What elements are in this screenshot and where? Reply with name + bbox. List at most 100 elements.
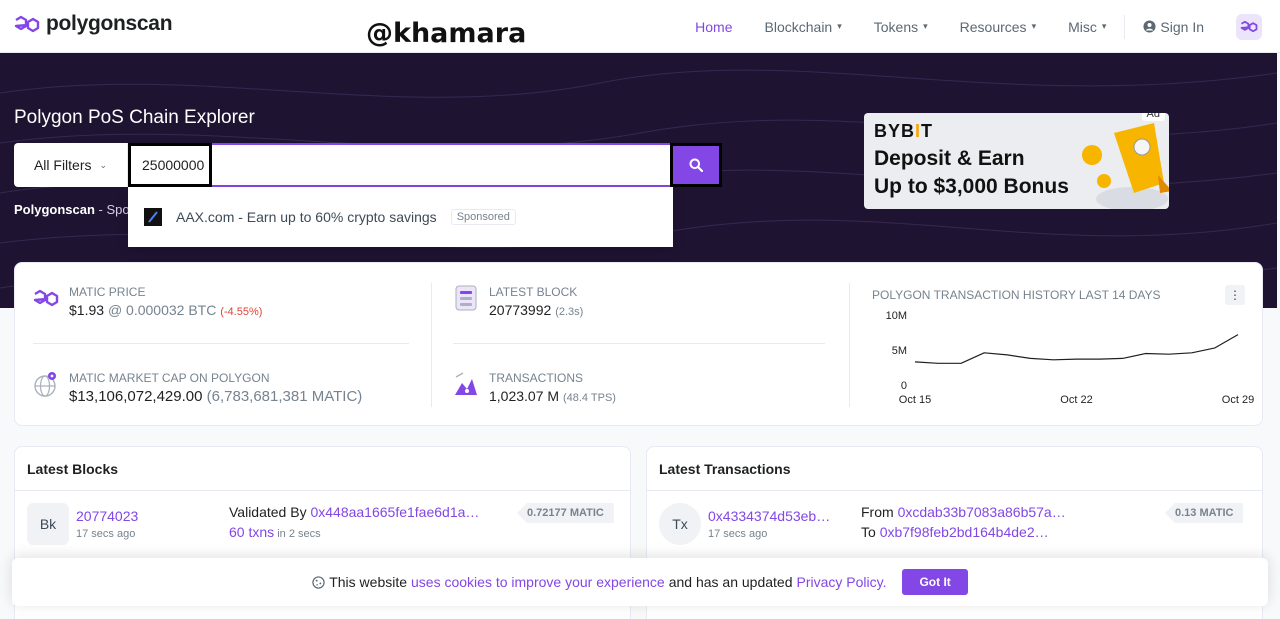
search-input[interactable]: 25000000	[128, 143, 670, 187]
market-cap-matic: (6,783,681,381 MATIC)	[206, 388, 363, 405]
transaction-badge: Tx	[659, 503, 701, 545]
stat-market-cap: MATIC Market Cap on Polygon $13,106,072,…	[33, 371, 362, 405]
cookie-accept-button[interactable]: Got It	[902, 569, 968, 595]
brand-logo[interactable]: polygonscan	[14, 12, 173, 36]
hero-subtext: Polygonscan - Spo	[14, 202, 130, 217]
search-button[interactable]	[670, 143, 722, 187]
polygon-logo-icon	[33, 285, 59, 311]
nav-blockchain[interactable]: Blockchain ▾	[749, 19, 858, 35]
latest-blocks-title: Latest Blocks	[15, 447, 630, 491]
suggestion-text: AAX.com - Earn up to 60% crypto savings	[176, 209, 437, 225]
nav-tokens[interactable]: Tokens ▾	[858, 19, 944, 35]
validator-link[interactable]: 0x448aa1665fe1fae6d1a…	[310, 504, 479, 520]
cookie-icon	[312, 575, 325, 589]
bybit-ad-banner[interactable]: BYBIT Deposit & Earn Up to $3,000 Bonus …	[864, 113, 1169, 209]
brand-name: polygonscan	[46, 12, 173, 35]
watermark-text: @khamara	[366, 18, 527, 49]
nav-misc[interactable]: Misc ▾	[1052, 19, 1122, 35]
user-circle-icon	[1143, 20, 1156, 33]
search-filter-select[interactable]: All Filters ⌄	[14, 143, 128, 187]
search-icon	[689, 158, 703, 172]
block-row: Bk 20774023 17 secs ago Validated By 0x4…	[15, 491, 630, 555]
transactions-value: 1,023.07 M (48.4 TPS)	[489, 388, 616, 404]
stat-latest-block: Latest Block 20773992 (2.3s)	[453, 285, 583, 318]
sign-in-link[interactable]: Sign In	[1127, 19, 1220, 35]
main-nav: Home Blockchain ▾ Tokens ▾ Resources ▾ Misc…	[679, 0, 1280, 53]
chevron-down-icon: ▾	[1101, 21, 1107, 31]
ad-line-2: Up to $3,000 Bonus	[874, 175, 1069, 198]
stat-matic-price: MATIC Price $1.93 @ 0.000032 BTC (-4.55%…	[33, 285, 262, 318]
mountain-chart-icon	[453, 371, 479, 397]
search-suggestion-dropdown[interactable]: AAX.com - Earn up to 60% crypto savings …	[128, 187, 673, 247]
ad-brand-a: BYB	[874, 121, 916, 141]
block-validator: Validated By 0x448aa1665fe1fae6d1a… 60 t…	[229, 504, 479, 540]
block-txns-link[interactable]: 60 txns	[229, 524, 274, 540]
block-number-link[interactable]: 20774023	[76, 508, 138, 524]
transaction-row: Tx 0x4334374d53eb… 17 secs ago From 0xcd…	[647, 491, 1262, 555]
price-label: MATIC Price	[69, 285, 146, 299]
transactions-label: Transactions	[489, 371, 584, 385]
transaction-age: 17 secs ago	[708, 528, 768, 540]
nav-home-label: Home	[695, 18, 733, 35]
block-time: (2.3s)	[555, 306, 584, 318]
chart-y-tick-label: 0	[901, 380, 907, 392]
chevron-down-icon: ⌄	[99, 159, 108, 170]
cookie-text-2: and has an updated	[668, 574, 793, 590]
ad-brand: BYBIT	[874, 121, 933, 142]
cookie-policy-link[interactable]: uses cookies to improve your experience	[411, 574, 665, 590]
to-address-link[interactable]: 0xb7f98feb2bd164b4de2…	[880, 524, 1049, 540]
transaction-parties: From 0xcdab33b7083a86b57a… To 0xb7f98feb…	[861, 504, 1066, 540]
rocket-icon	[1082, 123, 1169, 209]
network-switch-button[interactable]	[1236, 13, 1262, 40]
market-cap-label: MATIC Market Cap on Polygon	[69, 371, 270, 385]
transaction-history-chart: 10M 5M 0 Oct 15 Oct 22 Oct 29	[886, 310, 1255, 406]
transaction-hash-link[interactable]: 0x4334374d53eb…	[708, 508, 830, 524]
sign-in-label: Sign In	[1160, 18, 1204, 35]
chart-menu-button[interactable]: ⋮	[1225, 285, 1245, 305]
kebab-menu-icon: ⋮	[1229, 288, 1241, 302]
chart-y-tick-label: 5M	[892, 345, 907, 357]
from-label: From	[861, 504, 898, 520]
polygon-logo-icon	[14, 15, 40, 33]
latest-block-label: Latest Block	[489, 285, 578, 299]
block-age: 17 secs ago	[76, 528, 136, 540]
privacy-policy-link[interactable]: Privacy Policy.	[796, 574, 886, 590]
ad-label: Ad	[1141, 113, 1165, 121]
cookie-consent-bar: This website uses cookies to improve you…	[12, 558, 1268, 606]
chart-y-tick-label: 10M	[886, 310, 907, 322]
chevron-down-icon: ▾	[837, 21, 842, 31]
chart-x-tick-label: Oct 22	[1060, 394, 1092, 406]
search-input-value: 25000000	[142, 157, 205, 173]
chart-series-line	[914, 334, 1239, 364]
latest-block-number[interactable]: 20773992	[489, 302, 551, 318]
price-value: $1.93 @ 0.000032 BTC (-4.55%)	[69, 302, 262, 318]
sponsored-badge: Sponsored	[450, 209, 516, 225]
latest-transactions-title: Latest Transactions	[647, 447, 1262, 491]
chevron-down-icon: ▾	[923, 21, 928, 31]
nav-tokens-label: Tokens	[873, 18, 919, 35]
nav-home[interactable]: Home	[679, 19, 748, 35]
top-navbar: polygonscan @khamara Home Blockchain ▾ To…	[0, 0, 1280, 53]
server-icon	[453, 285, 479, 311]
transactions-count[interactable]: 1,023.07 M	[489, 388, 559, 404]
ad-line-1: Deposit & Earn	[874, 147, 1025, 170]
stat-divider	[33, 343, 409, 344]
chart-x-tick-label: Oct 15	[899, 394, 931, 406]
block-badge: Bk	[27, 503, 69, 545]
chart-title: Polygon Transaction History Last 14 Days	[872, 288, 1161, 302]
price-usd: $1.93	[69, 302, 105, 318]
hero-title: Polygon PoS Chain Explorer	[14, 107, 255, 128]
chart-x-tick-label: Oct 29	[1222, 394, 1254, 406]
stat-column-divider	[431, 283, 432, 407]
stat-transactions: Transactions 1,023.07 M (48.4 TPS)	[453, 371, 616, 404]
transaction-amount-badge: 0.13 MATIC	[1165, 503, 1244, 523]
nav-resources[interactable]: Resources ▾	[944, 19, 1052, 35]
chevron-down-icon: ▾	[1031, 21, 1037, 31]
from-address-link[interactable]: 0xcdab33b7083a86b57a…	[898, 504, 1066, 520]
nav-resources-label: Resources	[959, 18, 1027, 35]
stats-card: MATIC Price $1.93 @ 0.000032 BTC (-4.55%…	[14, 262, 1263, 426]
filter-label: All Filters	[33, 157, 92, 173]
hero-sub-text: - Spo	[94, 202, 130, 217]
block-reward-badge: 0.72177 MATIC	[517, 503, 614, 523]
polygon-logo-icon	[1240, 20, 1258, 33]
